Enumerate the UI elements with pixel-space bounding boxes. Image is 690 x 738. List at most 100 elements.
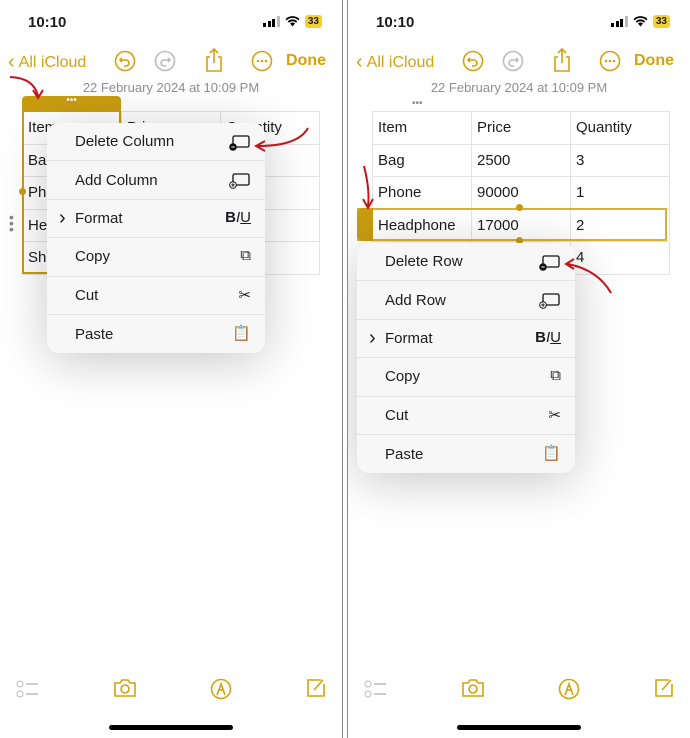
row-handle[interactable] [357, 208, 373, 241]
share-icon[interactable] [551, 47, 573, 73]
menu-item-label: Cut [385, 406, 409, 424]
resize-handle[interactable] [516, 204, 523, 211]
menu-item-paste[interactable]: Paste 📋 [47, 315, 265, 353]
chevron-right-icon: › [59, 206, 66, 229]
menu-item-cut[interactable]: Cut ✂ [357, 397, 575, 435]
format-biu-icon: BIU [535, 328, 561, 346]
table-cell[interactable]: Bag [372, 143, 472, 177]
table-row: Bag 2500 3 [372, 143, 670, 177]
markup-icon[interactable] [558, 678, 580, 700]
table-row: Item Price Quantity [372, 111, 670, 145]
menu-item-label: Add Column [75, 171, 158, 189]
wifi-icon [633, 16, 648, 27]
table-cell[interactable]: Phone [372, 176, 472, 210]
paste-icon: 📋 [542, 444, 561, 462]
camera-icon[interactable] [461, 678, 485, 698]
resize-handle[interactable] [19, 188, 26, 195]
nav-bar: ‹ All iCloud Done [348, 47, 690, 74]
menu-item-label: Copy [385, 368, 421, 386]
paste-icon: 📋 [232, 324, 251, 342]
menu-item-add-column[interactable]: Add Column [47, 161, 265, 200]
menu-item-copy[interactable]: Copy ⧉ [357, 358, 575, 397]
bottom-toolbar [348, 678, 690, 702]
redo-icon[interactable] [502, 50, 524, 72]
camera-icon[interactable] [113, 678, 137, 698]
checklist-icon[interactable] [16, 678, 40, 700]
battery-icon: 33 [652, 15, 670, 28]
back-button[interactable]: ‹ All iCloud [8, 51, 86, 74]
back-label: All iCloud [18, 53, 87, 71]
table-cell[interactable]: 3 [570, 143, 670, 177]
menu-item-paste[interactable]: Paste 📋 [357, 435, 575, 473]
copy-icon: ⧉ [240, 247, 251, 265]
table-cell[interactable]: Quantity [570, 111, 670, 145]
share-icon[interactable] [203, 47, 225, 73]
status-time: 10:10 [376, 14, 415, 31]
copy-icon: ⧉ [550, 367, 561, 385]
status-time: 10:10 [28, 14, 67, 31]
menu-item-label: Add Row [385, 291, 446, 309]
menu-item-label: Copy [75, 248, 111, 266]
column-handle[interactable]: ••• [22, 96, 121, 112]
chevron-right-icon: › [369, 326, 376, 349]
row-drag-icon: • • • [9, 209, 14, 237]
note-date: 22 February 2024 at 10:09 PM [82, 80, 260, 95]
screen-left: 10:10 33 ‹ All iCloud Done 22 February 20… [0, 0, 343, 738]
undo-icon[interactable] [114, 50, 136, 72]
chevron-left-icon: ‹ [356, 51, 363, 73]
bottom-toolbar [0, 678, 342, 702]
add-column-icon [229, 171, 251, 193]
menu-item-label: Paste [75, 325, 114, 343]
back-button[interactable]: ‹ All iCloud [356, 51, 434, 74]
compose-icon[interactable] [654, 678, 674, 698]
redo-icon[interactable] [154, 50, 176, 72]
nav-bar: ‹ All iCloud Done [0, 47, 342, 74]
menu-item-copy[interactable]: Copy ⧉ [47, 238, 265, 277]
undo-icon[interactable] [462, 50, 484, 72]
menu-item-label: Format [75, 209, 123, 227]
home-indicator [109, 725, 233, 730]
menu-item-add-row[interactable]: Add Row [357, 281, 575, 320]
home-indicator [457, 725, 581, 730]
table-cell[interactable]: 1 [570, 176, 670, 210]
add-row-icon [539, 291, 561, 313]
table-cell[interactable]: Item [372, 111, 472, 145]
signal-icon [611, 16, 628, 27]
menu-item-label: Delete Row [385, 253, 463, 271]
menu-item-label: Paste [385, 445, 424, 463]
menu-item-label: Cut [75, 286, 99, 304]
format-biu-icon: BIU [225, 208, 251, 226]
table-cell[interactable]: 2500 [471, 143, 571, 177]
signal-icon [263, 16, 280, 27]
more-icon[interactable] [599, 50, 621, 72]
selected-row [357, 208, 667, 241]
menu-item-delete-row[interactable]: Delete Row [357, 243, 575, 282]
scissors-icon: ✂ [548, 406, 561, 424]
chevron-left-icon: ‹ [8, 51, 15, 73]
table-cell[interactable]: Price [471, 111, 571, 145]
menu-item-format[interactable]: › Format BIU [47, 200, 265, 239]
wifi-icon [285, 16, 300, 27]
status-icons: 33 [611, 15, 670, 28]
scissors-icon: ✂ [238, 286, 251, 304]
context-menu: Delete Row Add Row › Format BIU Copy ⧉ Cut ✂ Past… [357, 243, 575, 474]
delete-column-icon [229, 133, 251, 155]
menu-item-label: Format [385, 329, 433, 347]
menu-item-label: Delete Column [75, 133, 175, 151]
markup-icon[interactable] [210, 678, 232, 700]
status-icons: 33 [263, 15, 322, 28]
compose-icon[interactable] [306, 678, 326, 698]
more-icon[interactable] [251, 50, 273, 72]
menu-item-format[interactable]: › Format BIU [357, 320, 575, 359]
menu-item-delete-column[interactable]: Delete Column [47, 123, 265, 162]
context-menu: Delete Column Add Column › Format BIU Copy ⧉ Cu… [47, 123, 265, 354]
table-cell[interactable]: 4 [570, 241, 670, 275]
menu-item-cut[interactable]: Cut ✂ [47, 277, 265, 315]
checklist-icon[interactable] [364, 678, 388, 700]
delete-row-icon [539, 253, 561, 275]
done-button[interactable]: Done [634, 52, 674, 70]
battery-icon: 33 [304, 15, 322, 28]
column-drag-icon: ••• [412, 98, 423, 109]
done-button[interactable]: Done [286, 52, 326, 70]
note-date: 22 February 2024 at 10:09 PM [430, 80, 608, 95]
